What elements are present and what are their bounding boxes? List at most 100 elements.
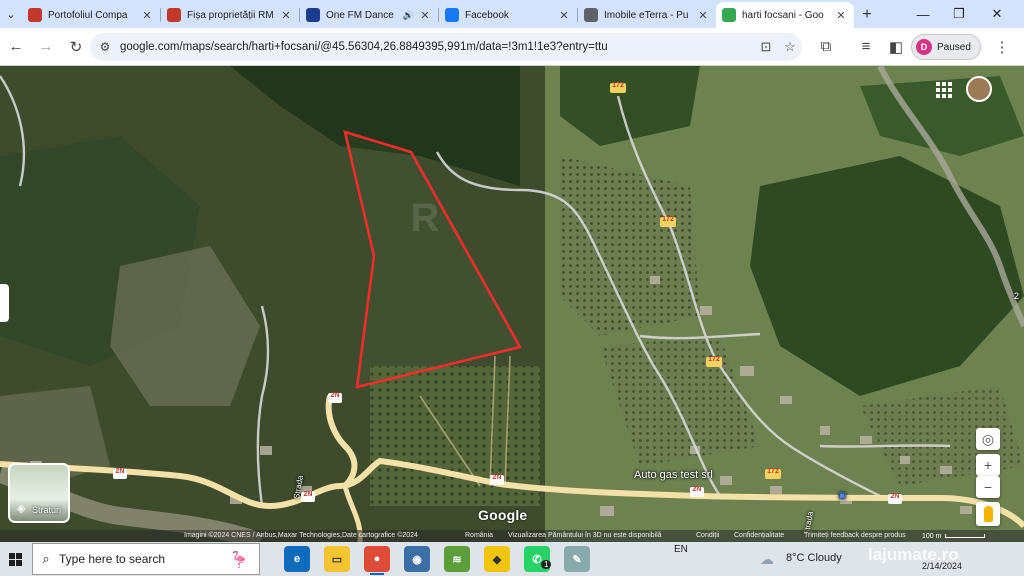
zoom-out-button[interactable]: − (976, 476, 1000, 498)
browser-toolbar: ← → ↻ ⚙ google.com/maps/search/harti+foc… (0, 28, 1024, 66)
place-label[interactable]: Auto gas test srl (634, 469, 713, 481)
browser-tab[interactable]: harti focsani - Goo ✕ (716, 2, 854, 28)
bus-stop-icon[interactable]: ▣ (838, 490, 847, 501)
facebook-icon (445, 8, 459, 22)
pegman-icon[interactable] (976, 502, 1000, 526)
maps-pin-icon (722, 8, 736, 22)
close-window-icon[interactable]: ✕ (980, 0, 1014, 28)
browser-tab[interactable]: Facebook ✕ (439, 2, 577, 28)
menu-kebab-icon[interactable]: ⋮ (988, 33, 1016, 61)
url-text[interactable]: google.com/maps/search/harti+focsani/@45… (120, 41, 754, 53)
stack-app-icon[interactable]: ≋ (444, 546, 470, 572)
search-placeholder: Type here to search (59, 552, 166, 566)
tab-search-icon[interactable]: ⌄ (0, 0, 22, 28)
file-explorer-icon[interactable]: ▭ (324, 546, 350, 572)
tab-title: One FM Dance (326, 9, 394, 21)
taskbar-search-box[interactable]: ⌕ Type here to search 🦩 (32, 543, 260, 575)
map-canvas[interactable]: R 172 172 172 172 2N 2N 2N 2N 2N 2N Auto gas test… (0, 66, 1024, 542)
new-tab-button[interactable]: + (854, 2, 880, 28)
chrome-icon[interactable]: ● (364, 546, 390, 575)
search-highlight-icon: 🦩 (229, 552, 249, 569)
duck-app-icon[interactable]: ◆ (484, 546, 510, 572)
install-app-icon[interactable]: ⊡ (754, 39, 778, 55)
app-icon[interactable]: ◉ (404, 546, 430, 572)
site-info-icon[interactable]: ⚙ (94, 40, 116, 54)
weather-text[interactable]: 8°C Cloudy (786, 552, 842, 564)
collapse-side-panel-handle[interactable] (0, 284, 9, 322)
language-indicator[interactable]: EN (674, 544, 688, 555)
tab-title: Fișa proprietății RM (187, 9, 274, 21)
route-shield-label: 172 (612, 82, 624, 89)
svg-text:R: R (411, 196, 440, 240)
media-control-icon[interactable]: ≡ (852, 33, 880, 61)
scale-bar[interactable]: 100 m (922, 530, 986, 542)
close-tab-icon[interactable]: ✕ (140, 9, 154, 22)
route-shield-label: 2N (330, 392, 340, 399)
browser-tab[interactable]: One FM Dance 🔊 ✕ (300, 2, 438, 28)
restore-icon[interactable]: ❐ (942, 0, 976, 28)
realestate-icon (28, 8, 42, 22)
close-tab-icon[interactable]: ✕ (557, 9, 571, 22)
imagery-credit: Imagini ©2024 CNES / Airbus,Maxar Techno… (184, 532, 418, 539)
side-label: 2 (1014, 291, 1020, 301)
satellite-imagery: R (0, 66, 1024, 542)
profile-button[interactable]: D Paused (911, 34, 981, 60)
tab-strip: ⌄ Portofoliul Compa ✕ Fișa proprietății RM… (0, 0, 1024, 28)
side-panel-icon[interactable]: ◧ (882, 33, 910, 61)
scale-label: 100 m (922, 532, 942, 540)
layers-button[interactable]: ◈ Straturi (8, 463, 70, 523)
layers-icon: ◈ (17, 503, 26, 515)
account-avatar[interactable] (966, 76, 992, 102)
start-button[interactable] (0, 542, 30, 576)
extensions-icon[interactable]: ⧉ (812, 33, 840, 61)
tool-app-icon[interactable]: ✎ (564, 546, 590, 572)
zoom-in-button[interactable]: + (976, 454, 1000, 476)
tab-title: Imobile eTerra - Pu (604, 9, 689, 21)
edge-icon[interactable]: e (284, 546, 310, 572)
route-shield-label: 172 (767, 468, 779, 475)
google-apps-icon[interactable] (936, 82, 952, 98)
watermark-text: lajumate.ro (868, 545, 959, 564)
cloud-icon: ☁ (760, 551, 774, 567)
route-shield-label: 2N (303, 491, 313, 498)
route-shield-label: 2N (692, 486, 702, 493)
close-tab-icon[interactable]: ✕ (418, 9, 432, 22)
avatar: D (916, 39, 932, 55)
route-shield-label: 172 (662, 216, 674, 223)
radio-icon (306, 8, 320, 22)
layers-label: Straturi (32, 505, 62, 515)
back-icon[interactable]: ← (2, 33, 30, 61)
tab-title: harti focsani - Goo (742, 9, 824, 21)
google-logo: Google (478, 507, 528, 523)
profile-status: Paused (937, 41, 971, 53)
windows-icon (8, 552, 22, 566)
my-location-button[interactable]: ◎ (976, 428, 1000, 450)
close-tab-icon[interactable]: ✕ (696, 9, 710, 22)
close-tab-icon[interactable]: ✕ (834, 9, 848, 22)
realestate-icon (167, 8, 181, 22)
globe-icon (584, 8, 598, 22)
route-shield-label: 2N (115, 468, 125, 475)
bookmark-star-icon[interactable]: ☆ (778, 39, 802, 55)
reload-icon[interactable]: ↻ (62, 33, 90, 61)
route-shield-label: 172 (708, 356, 720, 363)
feedback-link[interactable]: Trimiteți feedback despre produs (804, 532, 906, 539)
privacy-link[interactable]: Confidențialitate (734, 532, 784, 539)
attribution-bar: Imagini ©2024 CNES / Airbus,Maxar Techno… (0, 530, 1024, 542)
search-icon: ⌕ (42, 551, 50, 566)
address-bar[interactable]: ⚙ google.com/maps/search/harti+focsani/@… (90, 33, 802, 61)
close-tab-icon[interactable]: ✕ (279, 9, 293, 22)
route-shield-label: 2N (890, 493, 900, 500)
tab-title: Facebook (465, 9, 509, 21)
browser-tab[interactable]: Portofoliul Compa ✕ (22, 2, 160, 28)
country-link[interactable]: România (465, 532, 493, 539)
minimize-icon[interactable]: — (906, 0, 940, 28)
browser-tab[interactable]: Imobile eTerra - Pu ✕ (578, 2, 716, 28)
browser-tab[interactable]: Fișa proprietății RM ✕ (161, 2, 299, 28)
earth-3d-note: Vizualizarea Pământului în 3D nu este di… (508, 532, 662, 539)
forward-icon[interactable]: → (32, 33, 60, 61)
route-shield-label: 2N (492, 474, 502, 481)
tab-audio-icon[interactable]: 🔊 (403, 10, 414, 21)
tab-title: Portofoliul Compa (48, 9, 128, 21)
terms-link[interactable]: Condiții (696, 532, 719, 539)
